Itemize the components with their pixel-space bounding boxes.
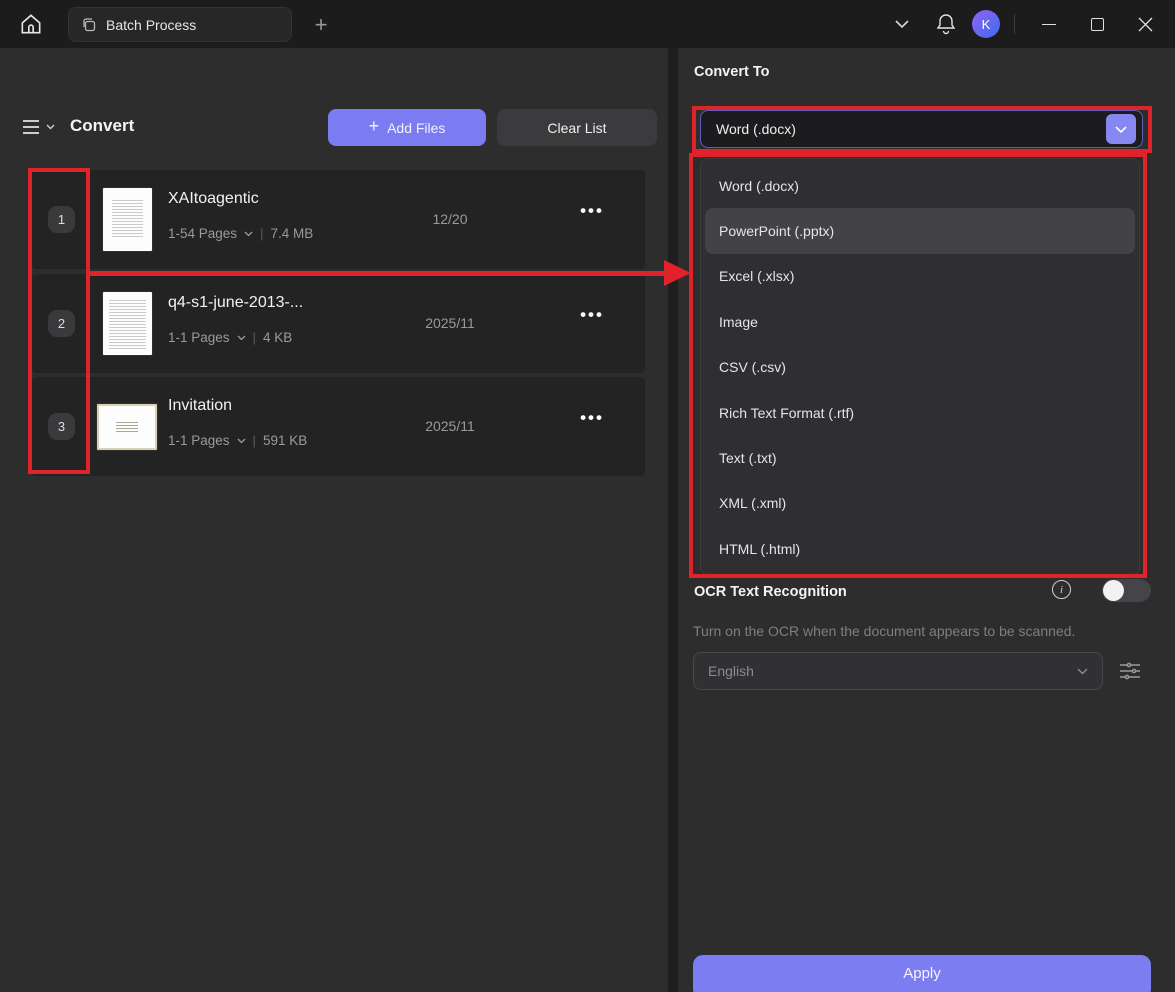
convert-to-title: Convert To [694,64,769,80]
format-option-word[interactable]: Word (.docx) [705,163,1135,208]
info-glyph: i [1060,584,1063,596]
file-list-panel: Convert + Add Files Clear List # File In… [0,48,668,992]
minimize-button[interactable] [1029,6,1069,42]
file-thumbnail [103,188,152,251]
add-files-label: Add Files [387,120,445,136]
minimize-icon [1042,24,1056,25]
chevron-down-icon [1077,668,1088,675]
convert-settings-panel: Convert To Word (.docx) Word (.docx) Pow… [678,48,1175,992]
file-size: 7.4 MB [270,226,313,241]
maximize-icon [1091,18,1104,31]
format-option-excel[interactable]: Excel (.xlsx) [705,254,1135,299]
format-option-image[interactable]: Image [705,299,1135,344]
mode-menu-button[interactable] [22,112,64,142]
chevron-down-icon [895,20,909,29]
info-icon[interactable]: i [1052,580,1071,599]
chevron-down-icon [46,124,55,130]
page-range-selector[interactable]: 1-54 Pages [168,226,237,241]
ocr-section-title: OCR Text Recognition [694,584,847,600]
plus-icon: + [369,116,380,137]
file-row[interactable]: 2 q4-s1-june-2013-... 1-1 Pages | 4 KB 2… [32,274,645,373]
file-size: 591 KB [263,433,307,448]
plus-icon: + [315,12,328,38]
batch-process-window: Batch Process + K [0,0,1175,992]
close-button[interactable] [1125,6,1165,42]
apply-button[interactable]: Apply [693,955,1151,992]
meta-separator: | [253,330,256,345]
sliders-icon [1118,660,1142,682]
menu-icon [22,119,42,135]
file-name: q4-s1-june-2013-... [168,294,303,312]
batch-icon [81,17,97,33]
home-icon [18,11,44,37]
file-thumbnail [97,404,157,450]
titlebar-separator [1014,14,1015,34]
format-option-powerpoint[interactable]: PowerPoint (.pptx) [705,208,1135,253]
toggle-knob [1103,580,1124,601]
file-modified-date: 2025/11 [390,418,510,434]
bell-icon [936,13,956,35]
format-select[interactable]: Word (.docx) [700,110,1143,148]
tab-title: Batch Process [106,17,196,33]
page-title: Convert [70,116,134,136]
clear-list-label: Clear List [547,120,606,136]
row-index-badge: 1 [48,206,75,233]
page-range-selector[interactable]: 1-1 Pages [168,330,230,345]
user-avatar[interactable]: K [972,10,1000,38]
new-tab-button[interactable]: + [306,10,336,40]
format-option-rtf[interactable]: Rich Text Format (.rtf) [705,390,1135,435]
meta-separator: | [253,433,256,448]
row-index-badge: 3 [48,413,75,440]
ocr-toggle[interactable] [1102,579,1151,602]
file-name: Invitation [168,397,232,415]
chevron-down-icon [1115,126,1127,133]
file-row[interactable]: 3 Invitation 1-1 Pages | 591 KB 2025/11 … [32,377,645,476]
format-dropdown-list: Word (.docx) PowerPoint (.pptx) Excel (.… [700,158,1140,575]
format-select-value: Word (.docx) [716,121,1106,137]
maximize-button[interactable] [1077,6,1117,42]
chevron-down-icon[interactable] [237,438,246,444]
avatar-initial: K [982,17,991,32]
format-option-csv[interactable]: CSV (.csv) [705,345,1135,390]
file-name: XAItoagentic [168,190,259,208]
row-more-button[interactable]: ••• [562,201,622,221]
format-select-chevron-button[interactable] [1106,114,1136,144]
file-size: 4 KB [263,330,292,345]
file-modified-date: 12/20 [390,211,510,227]
panel-divider [668,48,678,992]
close-icon [1138,17,1153,32]
row-more-button[interactable]: ••• [562,408,622,428]
format-option-txt[interactable]: Text (.txt) [705,435,1135,480]
clear-list-button[interactable]: Clear List [497,109,657,146]
ocr-language-value: English [708,663,1077,679]
row-index-badge: 2 [48,310,75,337]
notifications-button[interactable] [928,6,964,42]
file-row[interactable]: 1 XAItoagentic 1-54 Pages | 7.4 MB 12/20… [32,170,645,269]
file-modified-date: 2025/11 [390,315,510,331]
chevron-down-icon[interactable] [237,335,246,341]
title-bar: Batch Process + K [0,0,1175,48]
ocr-language-select[interactable]: English [693,652,1103,690]
format-option-html[interactable]: HTML (.html) [705,526,1135,571]
meta-separator: | [260,226,263,241]
page-range-selector[interactable]: 1-1 Pages [168,433,230,448]
file-thumbnail [103,292,152,355]
row-more-button[interactable]: ••• [562,305,622,325]
home-button[interactable] [12,7,50,41]
ocr-description: Turn on the OCR when the document appear… [693,623,1075,639]
chevron-down-icon[interactable] [244,231,253,237]
window-menu-button[interactable] [884,6,920,42]
tab-batch-process[interactable]: Batch Process [68,7,292,42]
add-files-button[interactable]: + Add Files [328,109,486,146]
format-option-xml[interactable]: XML (.xml) [705,481,1135,526]
ocr-advanced-settings-button[interactable] [1116,657,1144,685]
